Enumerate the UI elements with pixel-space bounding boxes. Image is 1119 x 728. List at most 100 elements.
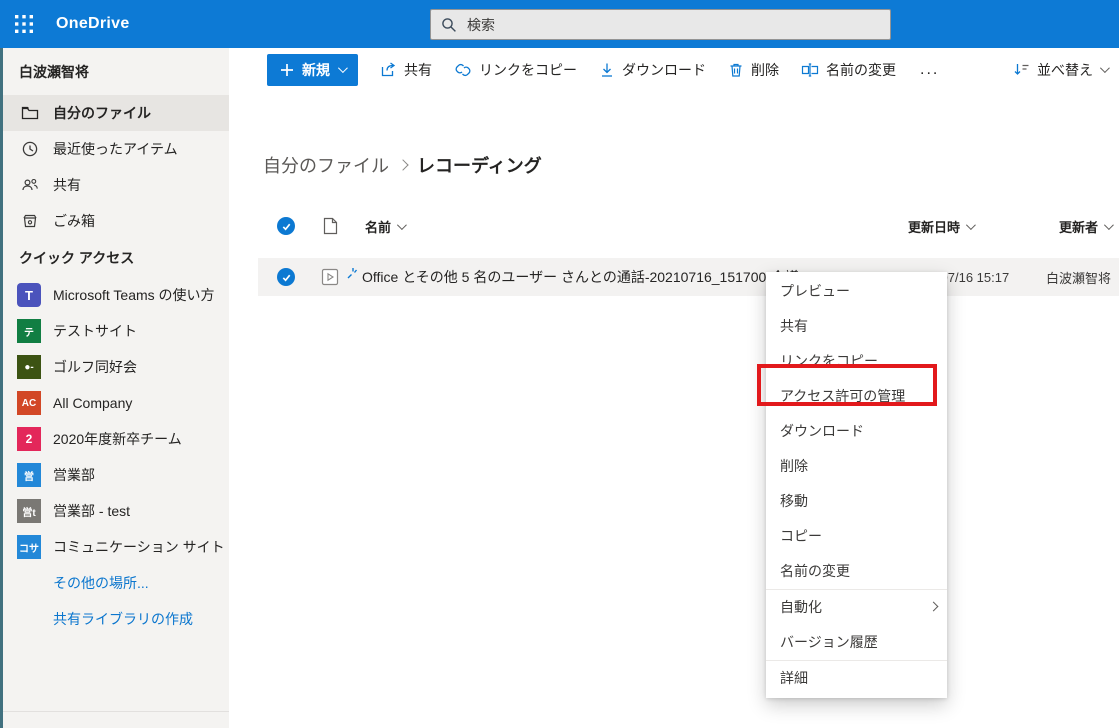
- file-type-column-icon: [321, 217, 339, 235]
- menu-item-preview[interactable]: プレビュー: [766, 274, 947, 309]
- sidebar-site-2020-newgrad-team[interactable]: 2 2020年度新卒チーム: [3, 421, 229, 457]
- sort-label: 並べ替え: [1037, 60, 1093, 80]
- site-icon-communication-site: コサ: [17, 535, 41, 559]
- site-label: 営業部 - test: [53, 501, 130, 521]
- sidebar-item-label: 最近使ったアイテム: [53, 139, 178, 159]
- breadcrumb-current: レコーディング: [417, 152, 542, 178]
- chevron-down-icon: [966, 220, 976, 230]
- plus-icon: [280, 63, 294, 77]
- site-label: テストサイト: [53, 321, 137, 341]
- chevron-down-icon: [338, 63, 348, 73]
- app-launcher-waffle-icon[interactable]: [12, 12, 36, 36]
- sidebar-item-recent[interactable]: 最近使ったアイテム: [3, 131, 229, 167]
- sidebar-site-golf-club[interactable]: ●- ゴルフ同好会: [3, 349, 229, 385]
- new-button[interactable]: 新規: [267, 54, 358, 86]
- breadcrumb-parent[interactable]: 自分のファイル: [263, 152, 389, 178]
- red-highlight-annotation: [757, 364, 937, 406]
- sidebar-item-my-files[interactable]: 自分のファイル: [3, 95, 229, 131]
- recycle-bin-icon: [21, 212, 39, 230]
- sidebar-site-teams-guide[interactable]: T Microsoft Teams の使い方: [3, 277, 229, 313]
- sidebar-site-communication-site[interactable]: コサ コミュニケーション サイト: [3, 529, 229, 565]
- sidebar-item-label: 自分のファイル: [53, 103, 151, 123]
- sidebar-item-label: ごみ箱: [53, 211, 95, 231]
- site-icon-all-company: AC: [17, 391, 41, 415]
- site-label: 2020年度新卒チーム: [53, 429, 182, 449]
- search-input[interactable]: [465, 16, 880, 34]
- sidebar-site-sales-dept[interactable]: 営 営業部: [3, 457, 229, 493]
- site-icon-sales-dept-test: 営t: [17, 499, 41, 523]
- sidebar-item-shared[interactable]: 共有: [3, 167, 229, 203]
- site-label: コミュニケーション サイト: [53, 537, 225, 557]
- new-item-sparkle-icon: [347, 267, 359, 279]
- search-icon: [441, 17, 457, 33]
- new-button-label: 新規: [302, 60, 330, 80]
- breadcrumb: 自分のファイル レコーディング: [263, 152, 542, 178]
- download-label: ダウンロード: [622, 60, 706, 80]
- column-header-modified[interactable]: 更新日時: [902, 217, 1027, 236]
- menu-item-move[interactable]: 移動: [766, 484, 947, 519]
- chevron-right-icon: [397, 159, 408, 170]
- menu-item-copy[interactable]: コピー: [766, 519, 947, 554]
- delete-button[interactable]: 削除: [728, 60, 779, 80]
- quick-access-title: クイック アクセス: [3, 239, 229, 277]
- link-icon: [454, 61, 472, 79]
- menu-item-share[interactable]: 共有: [766, 309, 947, 344]
- clock-icon: [21, 140, 39, 158]
- column-header-modified-by[interactable]: 更新者: [1027, 217, 1119, 236]
- share-label: 共有: [404, 60, 432, 80]
- file-row[interactable]: Office とその他 5 名のユーザー さんとの通話-20210716_151…: [258, 258, 1119, 296]
- copy-link-button[interactable]: リンクをコピー: [454, 60, 577, 80]
- share-button[interactable]: 共有: [380, 60, 432, 80]
- site-icon-teams: T: [17, 283, 41, 307]
- delete-label: 削除: [751, 60, 779, 80]
- site-label: 営業部: [53, 465, 95, 485]
- site-icon-2020-newgrad-team: 2: [17, 427, 41, 451]
- site-icon-golf-club: ●-: [17, 355, 41, 379]
- check-icon: [281, 221, 292, 232]
- download-button[interactable]: ダウンロード: [599, 60, 706, 80]
- site-icon-sales-dept: 営: [17, 463, 41, 487]
- main-content: 新規 共有 リンクをコピー ダウンロード: [229, 48, 1119, 728]
- onedrive-window: OneDrive 白波瀬智将 自分のファイル 最近使ったアイテム: [0, 0, 1119, 728]
- sidebar-item-recycle-bin[interactable]: ごみ箱: [3, 203, 229, 239]
- sidebar-site-sales-dept-test[interactable]: 営t 営業部 - test: [3, 493, 229, 529]
- chevron-down-icon: [1100, 63, 1110, 73]
- sort-button[interactable]: 並べ替え: [1013, 60, 1107, 80]
- create-shared-library-link[interactable]: 共有ライブラリの作成: [3, 601, 229, 637]
- sidebar-user-name: 白波瀬智将: [3, 48, 229, 95]
- site-icon-test-site: テ: [17, 319, 41, 343]
- trash-icon: [728, 62, 744, 78]
- command-bar: 新規 共有 リンクをコピー ダウンロード: [229, 48, 1119, 91]
- sidebar: 白波瀬智将 自分のファイル 最近使ったアイテム 共有 ごみ箱 クイック アク: [0, 48, 229, 728]
- menu-item-details[interactable]: 詳細: [766, 661, 947, 696]
- people-icon: [21, 176, 39, 194]
- rename-label: 名前の変更: [826, 60, 896, 80]
- more-commands-button[interactable]: ...: [920, 61, 939, 79]
- search-box[interactable]: [430, 9, 891, 40]
- menu-item-version-history[interactable]: バージョン履歴: [766, 625, 947, 660]
- menu-item-delete[interactable]: 削除: [766, 449, 947, 484]
- app-title: OneDrive: [56, 0, 130, 48]
- folder-icon: [21, 104, 39, 122]
- chevron-down-icon: [1104, 220, 1114, 230]
- share-icon: [380, 61, 397, 78]
- more-places-link[interactable]: その他の場所...: [3, 565, 229, 601]
- sidebar-divider: [3, 711, 229, 712]
- column-header-name[interactable]: 名前: [365, 217, 902, 236]
- site-label: ゴルフ同好会: [53, 357, 137, 377]
- file-list-header: 名前 更新日時 更新者: [258, 208, 1119, 244]
- context-menu: プレビュー 共有 リンクをコピー アクセス許可の管理 ダウンロード 削除 移動 …: [766, 272, 947, 698]
- menu-item-automate[interactable]: 自動化: [766, 590, 947, 625]
- site-label: All Company: [53, 395, 132, 411]
- sidebar-site-all-company[interactable]: AC All Company: [3, 385, 229, 421]
- select-all-checkbox[interactable]: [277, 217, 295, 235]
- app-header: OneDrive: [0, 0, 1119, 48]
- video-file-icon: [321, 268, 339, 286]
- sort-icon: [1013, 61, 1030, 78]
- row-checkbox[interactable]: [277, 268, 295, 286]
- menu-item-download[interactable]: ダウンロード: [766, 414, 947, 449]
- sidebar-site-test-site[interactable]: テ テストサイト: [3, 313, 229, 349]
- menu-item-rename[interactable]: 名前の変更: [766, 554, 947, 589]
- check-icon: [281, 272, 292, 283]
- rename-button[interactable]: 名前の変更: [801, 60, 896, 80]
